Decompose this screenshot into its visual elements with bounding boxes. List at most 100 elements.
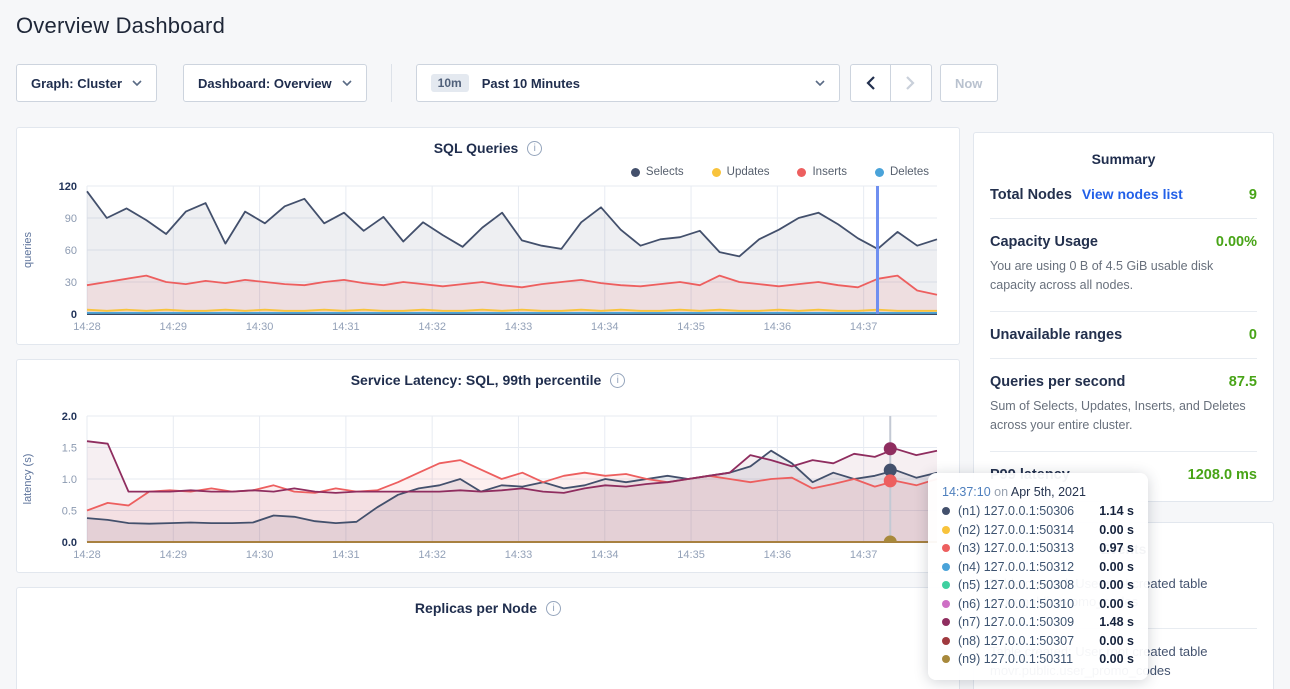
svg-text:2.0: 2.0 — [62, 411, 77, 423]
sql-queries-chart[interactable]: 14:2814:2914:3014:3114:3214:3314:3414:35… — [17, 178, 959, 336]
tooltip-timestamp: 14:37:10 on Apr 5th, 2021 — [942, 485, 1134, 499]
summary-title: Summary — [990, 133, 1257, 171]
page-title: Overview Dashboard — [0, 0, 1290, 39]
time-range-selector[interactable]: 10m Past 10 Minutes — [416, 64, 840, 102]
chevron-down-icon — [342, 80, 352, 86]
node-latency-value: 0.00 s — [1099, 523, 1134, 537]
chevron-left-icon — [866, 76, 875, 90]
info-icon[interactable]: i — [610, 373, 625, 388]
tooltip-time: 14:37:10 — [942, 485, 991, 499]
tooltip-node-row: (n3) 127.0.0.1:503130.97 s — [942, 541, 1134, 555]
svg-text:14:31: 14:31 — [332, 321, 360, 333]
svg-text:14:35: 14:35 — [677, 549, 705, 561]
replicas-chart-card: Replicas per Node i — [16, 587, 960, 689]
dashboard-selector-label: Dashboard: Overview — [198, 76, 332, 91]
svg-text:30: 30 — [65, 277, 77, 289]
toolbar-divider — [391, 64, 392, 102]
node-label: (n8) 127.0.0.1:50307 — [958, 634, 1074, 648]
chart-title-row: SQL Queries i — [17, 140, 959, 156]
node-dot-icon — [942, 507, 950, 515]
summary-value: 9 — [1249, 187, 1257, 203]
toolbar: Graph: Cluster Dashboard: Overview 10m P… — [16, 64, 1274, 102]
summary-value: 87.5 — [1229, 374, 1257, 390]
prev-time-window-button[interactable] — [850, 64, 891, 102]
node-latency-value: 0.00 s — [1099, 578, 1134, 592]
tooltip-node-row: (n2) 127.0.0.1:503140.00 s — [942, 523, 1134, 537]
svg-text:14:37: 14:37 — [850, 549, 878, 561]
node-label: (n6) 127.0.0.1:50310 — [958, 597, 1074, 611]
summary-label: Capacity Usage — [990, 234, 1098, 250]
charts-column: SQL Queries i Selects Updates Inserts Delet… — [16, 127, 960, 689]
summary-row-capacity: Capacity Usage 0.00% — [990, 219, 1257, 250]
latency-chart-title: Service Latency: SQL, 99th percentile — [351, 372, 602, 388]
legend-item[interactable]: Deletes — [875, 166, 929, 178]
tooltip-rows: (n1) 127.0.0.1:503061.14 s(n2) 127.0.0.1… — [942, 504, 1134, 666]
svg-text:14:31: 14:31 — [332, 549, 360, 561]
svg-text:14:28: 14:28 — [73, 321, 101, 333]
info-icon[interactable]: i — [546, 601, 561, 616]
chevron-down-icon — [132, 80, 142, 86]
summary-label: Unavailable ranges — [990, 327, 1122, 343]
summary-value: 1208.0 ms — [1188, 467, 1257, 483]
svg-text:14:29: 14:29 — [160, 549, 188, 561]
tooltip-node-row: (n6) 127.0.0.1:50310 0.00 s — [942, 597, 1134, 611]
legend-item[interactable]: Inserts — [797, 166, 847, 178]
legend-dot-icon — [712, 168, 721, 177]
svg-text:1.5: 1.5 — [62, 443, 77, 455]
summary-row-unavailable-ranges: Unavailable ranges 0 — [990, 312, 1257, 343]
svg-text:0.5: 0.5 — [62, 506, 77, 518]
spacer — [17, 388, 959, 408]
sql-legend: Selects Updates Inserts Deletes — [17, 156, 959, 178]
latency-chart-card: Service Latency: SQL, 99th percentile i … — [16, 359, 960, 573]
svg-text:60: 60 — [65, 245, 77, 257]
legend-item[interactable]: Updates — [712, 166, 770, 178]
svg-text:14:35: 14:35 — [677, 321, 705, 333]
legend-label: Selects — [646, 166, 684, 178]
summary-label: Total Nodes — [990, 187, 1072, 203]
chevron-right-icon — [906, 76, 915, 90]
graph-selector-label: Graph: Cluster — [31, 76, 122, 91]
svg-text:1.0: 1.0 — [62, 474, 77, 486]
node-dot-icon — [942, 655, 950, 663]
legend-dot-icon — [797, 168, 806, 177]
legend-label: Deletes — [890, 166, 929, 178]
chart-hover-tooltip: 14:37:10 on Apr 5th, 2021 (n1) 127.0.0.1… — [928, 473, 1148, 680]
legend-item[interactable]: Selects — [631, 166, 684, 178]
svg-text:14:37: 14:37 — [850, 321, 878, 333]
node-dot-icon — [942, 618, 950, 626]
node-latency-value: 0.00 s — [1099, 652, 1134, 666]
node-latency-value: 0.00 s — [1099, 634, 1134, 648]
info-icon[interactable]: i — [527, 141, 542, 156]
now-button[interactable]: Now — [940, 64, 998, 102]
node-latency-value: 0.97 s — [1099, 541, 1134, 555]
node-dot-icon — [942, 526, 950, 534]
node-label: (n5) 127.0.0.1:50308 — [958, 578, 1074, 592]
tooltip-node-row: (n5) 127.0.0.1:50308 0.00 s — [942, 578, 1134, 592]
dashboard-selector-dropdown[interactable]: Dashboard: Overview — [183, 64, 367, 102]
view-nodes-list-link[interactable]: View nodes list — [1082, 186, 1183, 202]
node-label: (n7) 127.0.0.1:50309 — [958, 615, 1074, 629]
time-range-label: Past 10 Minutes — [482, 76, 580, 91]
tooltip-node-row: (n8) 127.0.0.1:50307 0.00 s — [942, 634, 1134, 648]
latency-chart[interactable]: 14:2814:2914:3014:3114:3214:3314:3414:35… — [17, 408, 959, 564]
next-time-window-button[interactable] — [891, 64, 932, 102]
node-latency-value: 0.00 s — [1099, 597, 1134, 611]
node-dot-icon — [942, 600, 950, 608]
tooltip-node-row: (n4) 127.0.0.1:503120.00 s — [942, 560, 1134, 574]
summary-value: 0 — [1249, 327, 1257, 343]
svg-text:14:36: 14:36 — [764, 549, 792, 561]
node-latency-value: 0.00 s — [1099, 560, 1134, 574]
tooltip-node-row: (n9) 127.0.0.1:503110.00 s — [942, 652, 1134, 666]
svg-text:14:30: 14:30 — [246, 321, 274, 333]
svg-text:queries: queries — [22, 231, 34, 268]
graph-selector-dropdown[interactable]: Graph: Cluster — [16, 64, 157, 102]
summary-value: 0.00% — [1216, 234, 1257, 250]
svg-text:14:29: 14:29 — [160, 321, 188, 333]
chart-title-row: Replicas per Node i — [17, 600, 959, 616]
svg-text:14:34: 14:34 — [591, 549, 619, 561]
svg-text:14:36: 14:36 — [764, 321, 792, 333]
sql-queries-chart-card: SQL Queries i Selects Updates Inserts Delet… — [16, 127, 960, 345]
tooltip-node-row: (n7) 127.0.0.1:503091.48 s — [942, 615, 1134, 629]
svg-text:0.0: 0.0 — [62, 537, 77, 549]
svg-text:14:32: 14:32 — [418, 549, 446, 561]
